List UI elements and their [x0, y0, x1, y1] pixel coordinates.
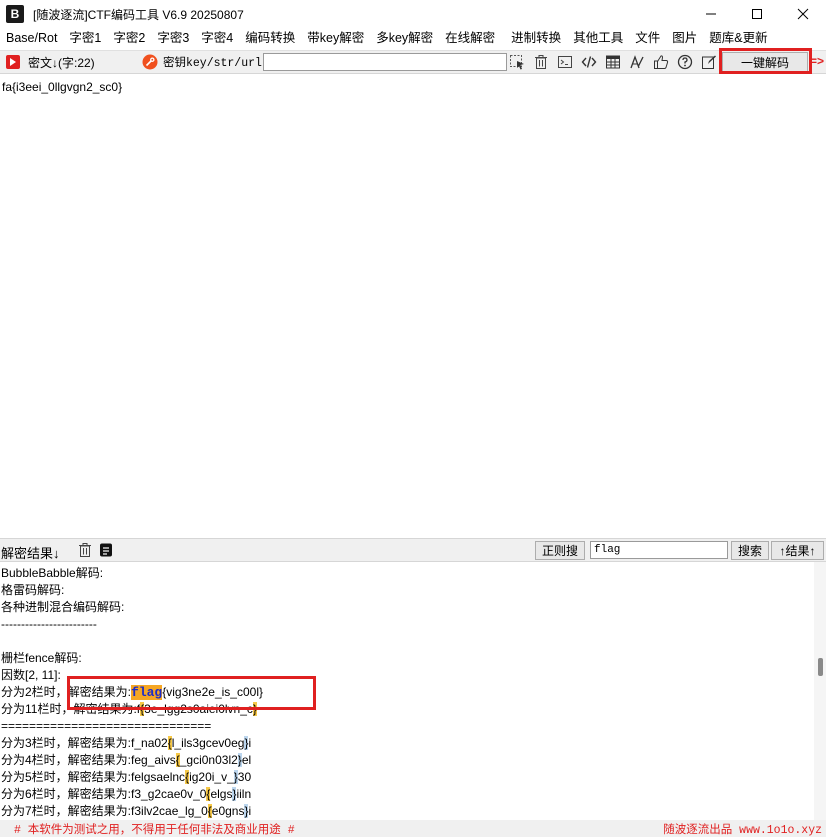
- result-label: 解密结果↓: [1, 546, 60, 561]
- menu-encoding[interactable]: 编码转换: [239, 28, 301, 49]
- table-icon[interactable]: [604, 53, 622, 71]
- menu-base-rot[interactable]: Base/Rot: [0, 28, 63, 49]
- menu-questions-update[interactable]: 题库&更新: [703, 28, 773, 49]
- help-icon[interactable]: [676, 53, 694, 71]
- fence-row: 分为6栏时，解密结果为:f3_g2cae0v_0{elgs}iiln: [1, 787, 252, 801]
- scrollbar-thumb[interactable]: [818, 658, 823, 676]
- footer: # 本软件为测试之用，不得用于任何非法及商业用途 # 随波逐流出品 www.1o…: [0, 820, 826, 837]
- search-button[interactable]: 搜索: [731, 541, 769, 560]
- terminal-icon[interactable]: [556, 53, 574, 71]
- menu-zimi1[interactable]: 字密1: [63, 28, 107, 49]
- window-controls: [688, 0, 826, 28]
- output-line: 各种进制混合编码解码:: [1, 600, 125, 614]
- maximize-icon: [752, 9, 762, 19]
- cipher-label: 密文↓(字:22): [28, 55, 95, 70]
- window-title: [随波逐流]CTF编码工具 V6.9 20250807: [33, 7, 244, 22]
- key-icon[interactable]: [141, 53, 159, 71]
- trash-icon[interactable]: [532, 53, 550, 71]
- toolbar: 密文↓(字:22) 密钥key/str/url: 一键解码 =>: [0, 50, 826, 74]
- arrow-tag: =>: [810, 54, 825, 68]
- result-trash-icon[interactable]: [76, 541, 94, 559]
- menu-zimi2[interactable]: 字密2: [107, 28, 151, 49]
- copy-clipboard-icon[interactable]: [97, 541, 115, 559]
- menu-base-convert[interactable]: 进制转换: [505, 28, 567, 49]
- footer-credit: 随波逐流出品 www.1o1o.xyz: [663, 824, 822, 837]
- minimize-icon: [706, 13, 716, 15]
- close-icon: [797, 8, 809, 20]
- app-logo-icon: B: [6, 5, 24, 23]
- fence2-prefix: 分为2栏时，解密结果为:: [1, 685, 132, 699]
- menu-zimi3[interactable]: 字密3: [151, 28, 195, 49]
- thumbs-up-icon[interactable]: [652, 53, 670, 71]
- footer-disclaimer: # 本软件为测试之用，不得用于任何非法及商业用途 #: [14, 824, 295, 837]
- fence-row: 分为4栏时，解密结果为:feg_aivs{_gci0n03l2}el: [1, 753, 252, 767]
- menu-multikey-decrypt[interactable]: 多key解密: [370, 28, 439, 49]
- fence-row: 分为3栏时，解密结果为:f_na02{l_ils3gcev0eg}i: [1, 736, 252, 750]
- output-line: 因数[2, 11]:: [1, 668, 61, 682]
- search-input[interactable]: [590, 541, 728, 559]
- key-label: 密钥key/str/url:: [163, 57, 269, 70]
- minimize-button[interactable]: [688, 0, 734, 28]
- result-up-button[interactable]: ↑结果↑: [771, 541, 824, 560]
- menu-online-decrypt[interactable]: 在线解密: [439, 28, 501, 49]
- one-click-decode-button[interactable]: 一键解码: [722, 52, 808, 73]
- select-cursor-icon[interactable]: [508, 53, 526, 71]
- font-brush-icon[interactable]: [628, 53, 646, 71]
- output-scrollbar[interactable]: [814, 562, 826, 820]
- result-output-area[interactable]: BubbleBabble解码: 格雷码解码: 各种进制混合编码解码: -----…: [0, 562, 814, 820]
- fence-row: 分为5栏时，解密结果为:felgsaelnc{ig20i_v_}30: [1, 770, 252, 784]
- menu-key-decrypt[interactable]: 带key解密: [301, 28, 370, 49]
- fence2-rest: {vig3ne2e_is_c00l}: [162, 685, 263, 699]
- fence-row: 分为7栏时，解密结果为:f3ilv2cae_lg_0{e0gns}i: [1, 804, 252, 818]
- fence2-result-line: 分为2栏时，解密结果为:flag{vig3ne2e_is_c00l}: [1, 684, 263, 701]
- result-bar: 解密结果↓ 正则搜 搜索 ↑结果↑: [0, 538, 826, 562]
- fence11-result-line: 分为11栏时，解密结果为:f{3e_lgg2s0aiei0lvn_c}: [1, 702, 257, 716]
- cipher-download-icon[interactable]: [4, 53, 22, 71]
- menu-image[interactable]: 图片: [666, 28, 703, 49]
- brace-highlight: }: [252, 702, 257, 716]
- close-button[interactable]: [780, 0, 826, 28]
- menu-other-tools[interactable]: 其他工具: [567, 28, 629, 49]
- cipher-input-area[interactable]: fa{i3eei_0llgvgn2_sc0}: [0, 75, 826, 538]
- fence11-prefix: 分为11栏时，解密结果为:: [1, 702, 137, 716]
- cipher-text: fa{i3eei_0llgvgn2_sc0}: [2, 80, 123, 94]
- output-line: 栅栏fence解码:: [1, 651, 82, 665]
- separator-line: ==============================: [1, 719, 212, 733]
- code-icon[interactable]: [580, 53, 598, 71]
- flag-highlight: flag: [131, 685, 163, 700]
- edit-icon[interactable]: [700, 53, 718, 71]
- maximize-button[interactable]: [734, 0, 780, 28]
- menu-file[interactable]: 文件: [629, 28, 666, 49]
- title-bar: B [随波逐流]CTF编码工具 V6.9 20250807: [0, 0, 826, 28]
- menu-bar: Base/Rot 字密1 字密2 字密3 字密4 编码转换 带key解密 多ke…: [0, 28, 826, 49]
- key-input[interactable]: [263, 53, 507, 71]
- output-line: ------------------------: [1, 617, 97, 631]
- regex-search-button[interactable]: 正则搜: [535, 541, 585, 560]
- menu-zimi4[interactable]: 字密4: [195, 28, 239, 49]
- output-line: BubbleBabble解码:: [1, 566, 104, 580]
- output-line: 格雷码解码:: [1, 583, 65, 597]
